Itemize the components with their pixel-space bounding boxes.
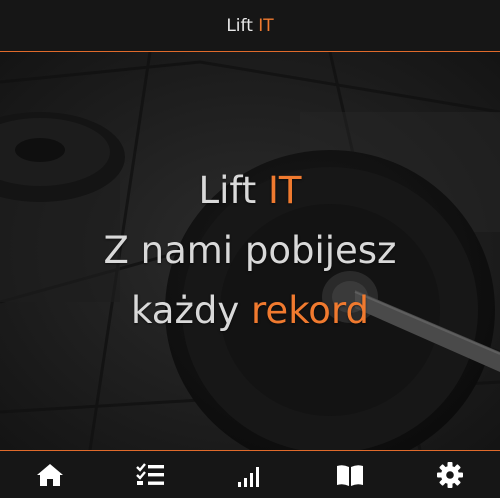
hero-brand-accent: IT bbox=[268, 169, 302, 212]
header-title: Lift IT bbox=[226, 16, 273, 36]
hero-brand-main: Lift bbox=[198, 169, 257, 212]
bottom-navigation bbox=[0, 450, 500, 498]
nav-settings[interactable] bbox=[420, 452, 480, 498]
home-icon bbox=[37, 464, 63, 486]
hero-record-main: każdy bbox=[131, 289, 240, 332]
hero-line-record: każdy rekord bbox=[131, 281, 369, 341]
signal-bars-icon bbox=[238, 467, 259, 487]
hero-line-slogan: Z nami pobijesz bbox=[103, 229, 397, 272]
checklist-icon bbox=[136, 463, 164, 485]
nav-home[interactable] bbox=[20, 452, 80, 498]
header-title-accent: IT bbox=[258, 15, 274, 36]
hero-tagline: Lift IT Z nami pobijesz każdy rekord bbox=[0, 52, 500, 450]
nav-tasks[interactable] bbox=[120, 452, 180, 498]
hero-record-accent: rekord bbox=[251, 289, 369, 332]
hero-line-brand: Lift IT bbox=[198, 161, 301, 221]
hero-section: Lift IT Z nami pobijesz każdy rekord bbox=[0, 52, 500, 450]
app-header: Lift IT bbox=[0, 0, 500, 52]
book-icon bbox=[337, 465, 363, 486]
gear-icon bbox=[437, 462, 463, 488]
header-title-main: Lift bbox=[226, 15, 253, 36]
nav-stats[interactable] bbox=[220, 452, 280, 498]
nav-library[interactable] bbox=[320, 452, 380, 498]
app-root: Lift IT Lift IT Z nami pobijesz każdy re… bbox=[0, 0, 500, 498]
